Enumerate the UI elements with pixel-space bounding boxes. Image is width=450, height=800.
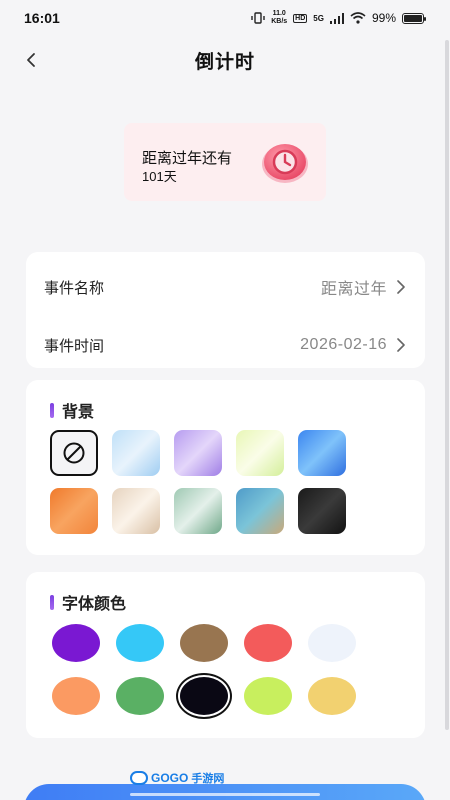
background-option-lime-glow[interactable] <box>236 430 284 476</box>
background-option-sky-clouds[interactable] <box>112 430 160 476</box>
no-background-icon <box>63 442 85 464</box>
clock-icon <box>262 144 308 183</box>
battery-percent: 99% <box>371 11 396 25</box>
background-option-purple-haze[interactable] <box>174 430 222 476</box>
event-name-row[interactable]: 事件名称 距离过年 <box>44 272 407 302</box>
font-color-title: 字体颜色 <box>62 596 127 613</box>
watermark-suffix: 手游网 <box>191 773 225 785</box>
preview-title: 距离过年还有 <box>142 150 233 167</box>
background-option-silk-cream[interactable] <box>112 488 160 534</box>
background-option-dark-texture[interactable] <box>298 488 346 534</box>
page-title: 倒计时 <box>194 51 255 73</box>
background-option-blue-gradient[interactable] <box>298 430 346 476</box>
confirm-button[interactable] <box>24 784 426 800</box>
network-speed-unit: KB/s <box>271 18 288 25</box>
status-icons: 11.0 KB/s HD 5G 99% <box>251 10 426 26</box>
section-accent-bar <box>50 594 54 610</box>
network-type: 5G <box>313 13 324 23</box>
background-option-tropical-beach[interactable] <box>236 488 284 534</box>
chevron-right-icon <box>397 338 405 352</box>
event-name-value: 距离过年 <box>320 281 387 298</box>
font-color-option-sky-blue[interactable] <box>116 624 164 662</box>
watermark: GOGO 手游网 <box>130 770 224 786</box>
status-time: 16:01 <box>24 10 60 26</box>
watermark-underline <box>130 793 320 796</box>
event-name-value-group: 距离过年 <box>321 275 407 299</box>
watermark-brand: GOGO <box>151 771 189 785</box>
status-bar: 16:01 11.0 KB/s HD 5G 99% <box>0 0 450 36</box>
background-option-green-leaves[interactable] <box>174 488 222 534</box>
event-time-value: 2026-02-16 <box>300 336 387 353</box>
scrollbar[interactable] <box>445 40 449 730</box>
background-picker-card: 背景 <box>26 380 425 555</box>
event-time-row[interactable]: 事件时间 2026-02-16 <box>44 330 407 360</box>
font-color-option-red[interactable] <box>244 624 292 662</box>
signal-icon <box>329 12 344 24</box>
background-option-none[interactable] <box>50 430 98 476</box>
font-color-picker-card: 字体颜色 <box>26 572 425 738</box>
font-color-option-purple[interactable] <box>52 624 100 662</box>
battery-level <box>404 14 422 22</box>
background-section-title: 背景 <box>50 398 94 422</box>
chevron-left-icon[interactable] <box>22 50 42 70</box>
font-color-option-yellow[interactable] <box>308 677 356 715</box>
network-speed-value: 11.0 <box>272 10 286 17</box>
network-speed: 11.0 KB/s <box>271 10 287 26</box>
event-settings-card: 事件名称 距离过年 事件时间 2026-02-16 <box>26 252 425 368</box>
event-time-label: 事件时间 <box>44 337 105 355</box>
background-title: 背景 <box>62 404 95 421</box>
font-color-option-pale-white[interactable] <box>308 624 356 662</box>
wifi-icon <box>350 12 366 24</box>
font-color-option-lime[interactable] <box>244 677 292 715</box>
event-time-value-group: 2026-02-16 <box>300 336 407 354</box>
vibrate-icon <box>251 12 265 24</box>
battery-icon <box>402 12 426 24</box>
event-name-label: 事件名称 <box>44 279 105 297</box>
chevron-right-icon <box>397 280 405 294</box>
font-color-option-green[interactable] <box>116 677 164 715</box>
section-accent-bar <box>50 402 54 418</box>
font-color-section-title: 字体颜色 <box>50 590 126 614</box>
preview-days: 101天 <box>142 169 177 184</box>
countdown-preview-card: 距离过年还有 101天 <box>124 123 326 201</box>
font-color-option-orange[interactable] <box>52 677 100 715</box>
font-color-option-black[interactable] <box>180 677 228 715</box>
font-color-option-brown[interactable] <box>180 624 228 662</box>
watermark-logo <box>130 771 148 785</box>
background-option-orange-gradient[interactable] <box>50 488 98 534</box>
navigation-bar: 倒计时 <box>0 42 450 78</box>
hd-badge: HD <box>293 13 308 23</box>
